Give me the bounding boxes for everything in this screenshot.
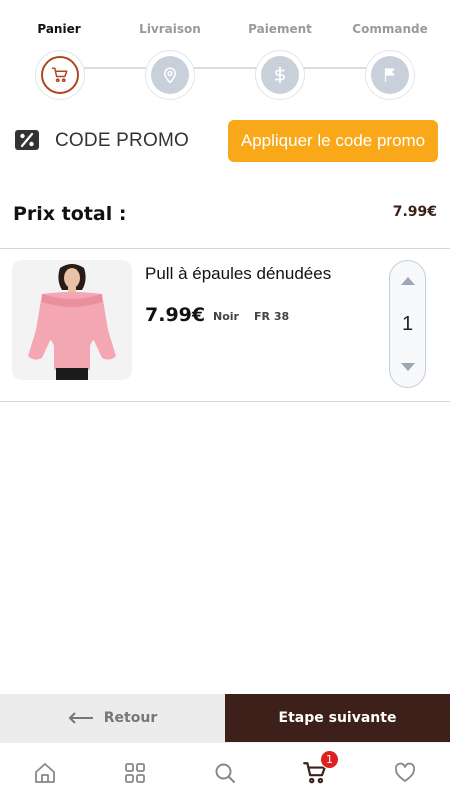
search-icon xyxy=(215,763,235,783)
quantity-increase-button[interactable] xyxy=(390,269,425,293)
tab-favorites[interactable] xyxy=(391,759,419,787)
dollar-icon xyxy=(274,66,285,84)
total-price-label: Prix total : xyxy=(13,203,127,225)
arrow-left-icon xyxy=(68,712,93,724)
checkout-steps-labels: Panier Livraison Paiement Commande xyxy=(0,22,450,40)
quantity-value: 1 xyxy=(401,313,414,335)
coupon-icon xyxy=(15,130,39,150)
location-pin-icon xyxy=(164,67,176,84)
product-photo-sweater xyxy=(12,260,132,380)
triangle-down-icon xyxy=(400,363,415,371)
product-color: Noir xyxy=(213,310,239,323)
steps-progress-line xyxy=(60,67,390,69)
flag-icon xyxy=(384,68,395,82)
step-label-commande: Commande xyxy=(352,22,428,36)
back-button-label: Retour xyxy=(103,710,158,726)
heart-icon xyxy=(394,762,416,782)
quantity-decrease-button[interactable] xyxy=(390,355,425,379)
product-size: FR 38 xyxy=(254,310,290,323)
step-livraison[interactable] xyxy=(145,50,195,100)
back-button[interactable]: Retour xyxy=(0,694,225,742)
divider xyxy=(0,248,450,249)
cart-count-badge: 1 xyxy=(320,750,339,769)
bottom-tab-bar xyxy=(0,742,450,800)
apply-promo-button[interactable]: Appliquer le code promo xyxy=(228,120,438,162)
product-name[interactable]: Pull à épaules dénudées xyxy=(145,264,331,284)
step-panier[interactable] xyxy=(35,50,85,100)
product-price: 7.99€ xyxy=(145,304,206,326)
grid-icon xyxy=(125,763,145,783)
step-commande[interactable] xyxy=(365,50,415,100)
promo-code-label: CODE PROMO xyxy=(55,130,189,151)
step-label-panier: Panier xyxy=(37,22,81,36)
home-icon xyxy=(35,763,55,783)
tab-home[interactable] xyxy=(31,759,59,787)
tab-categories[interactable] xyxy=(121,759,149,787)
step-label-paiement: Paiement xyxy=(248,22,312,36)
divider xyxy=(0,401,450,402)
tab-search[interactable] xyxy=(211,759,239,787)
triangle-up-icon xyxy=(400,277,415,285)
cart-icon xyxy=(51,67,68,83)
quantity-stepper: 1 xyxy=(389,260,426,388)
product-image[interactable] xyxy=(12,260,132,380)
step-label-livraison: Livraison xyxy=(139,22,201,36)
step-paiement[interactable] xyxy=(255,50,305,100)
next-step-button[interactable]: Etape suivante xyxy=(225,694,450,742)
total-price-value: 7.99€ xyxy=(392,204,437,220)
